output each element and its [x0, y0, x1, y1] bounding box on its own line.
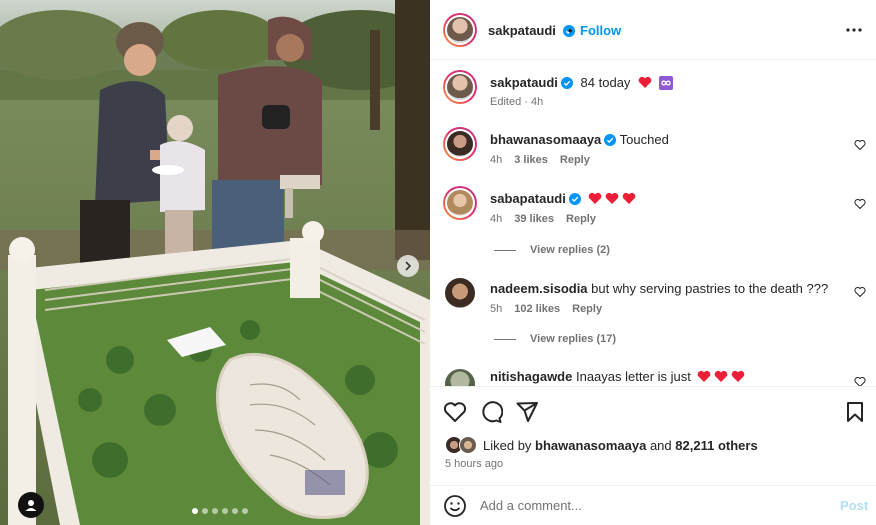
comment-avatar[interactable]: [445, 278, 475, 308]
red-heart-emoji-icon: [714, 370, 727, 382]
reply-button[interactable]: Reply: [566, 213, 596, 225]
carousel-dot: [212, 508, 218, 514]
comment-avatar[interactable]: [445, 369, 475, 386]
red-heart-emoji-icon: [697, 370, 710, 382]
comment-time: 5h: [490, 303, 503, 315]
comment-username[interactable]: bhawanasomaaya: [490, 132, 601, 147]
comment-time: 4h: [490, 154, 503, 166]
caption-edited: Edited · 4h: [490, 96, 544, 108]
comment-input[interactable]: Add a comment...: [480, 498, 582, 513]
carousel-dot: [202, 508, 208, 514]
comment-text: nadeem.sisodia but why serving pastries …: [490, 281, 828, 296]
comment-text: sabapataudi: [490, 191, 636, 206]
post-header: sakpataudi • Follow: [430, 0, 876, 60]
red-heart-emoji-icon: [638, 76, 652, 88]
comment-username[interactable]: nadeem.sisodia: [490, 281, 588, 296]
like-comment-heart-icon[interactable]: [854, 286, 866, 298]
liked-by-others[interactable]: 82,211 others: [675, 438, 757, 453]
comment-item: nitishagawde Inaayas letter is just: [430, 365, 876, 386]
author-avatar[interactable]: [443, 13, 477, 47]
verified-badge-icon: [560, 77, 573, 89]
comment-time: 4h: [490, 213, 503, 225]
chevron-right-icon: [405, 261, 412, 271]
tagged-users-button[interactable]: [18, 492, 44, 518]
author-username[interactable]: sakpataudi: [488, 23, 575, 38]
view-replies-button[interactable]: View replies (2): [494, 244, 610, 256]
comment-hearts: [588, 192, 636, 205]
like-button[interactable]: [442, 399, 468, 425]
post-timestamp[interactable]: 5 hours ago: [445, 458, 503, 470]
red-heart-emoji-icon: [731, 370, 744, 382]
like-comment-heart-icon[interactable]: [854, 376, 866, 386]
carousel-dot: [242, 508, 248, 514]
infinity-emoji-icon: [659, 76, 674, 90]
user-tag-icon: [25, 500, 37, 511]
caption-avatar[interactable]: [443, 70, 477, 104]
verified-badge-icon: [604, 134, 617, 146]
verified-badge-icon: [568, 193, 581, 205]
post-photo[interactable]: [0, 0, 430, 525]
liker-avatar: [459, 436, 477, 454]
grave-photo-image: [0, 0, 430, 525]
liked-by-user[interactable]: bhawanasomaaya: [535, 438, 646, 453]
likes-summary: Liked by bhawanasomaaya and 82,211 other…: [445, 436, 758, 454]
liked-by-prefix: Liked by: [483, 437, 532, 453]
reply-button[interactable]: Reply: [560, 154, 590, 166]
header-separator: •: [568, 23, 573, 38]
comment-likes[interactable]: 39 likes: [514, 213, 554, 225]
post-comment-button[interactable]: Post: [840, 498, 868, 513]
comment-username[interactable]: nitishagawde: [490, 369, 572, 384]
comment-button[interactable]: [478, 399, 504, 425]
comment-body: Inaayas letter is just: [575, 369, 691, 384]
red-heart-emoji-icon: [606, 192, 619, 204]
bookmark-icon: [847, 402, 863, 422]
red-heart-emoji-icon: [623, 192, 636, 204]
post-side-panel: sakpataudi • Follow sakpataudi 84 today …: [430, 0, 876, 525]
view-replies-label: View replies (2): [530, 244, 610, 256]
comment-body: but why serving pastries to the death ??…: [591, 281, 829, 296]
carousel-dot: [192, 508, 198, 514]
caption-text-row: sakpataudi 84 today: [490, 75, 674, 90]
send-icon: [516, 402, 538, 422]
comment-avatar[interactable]: [443, 127, 477, 161]
comment-text: nitishagawde Inaayas letter is just: [490, 369, 745, 384]
like-comment-heart-icon[interactable]: [854, 139, 866, 151]
carousel-dots: [192, 508, 248, 514]
red-heart-emoji-icon: [589, 192, 602, 204]
liker-avatars: [445, 436, 479, 454]
replies-divider: [494, 338, 516, 340]
caption-username[interactable]: sakpataudi: [490, 75, 558, 90]
share-button[interactable]: [514, 399, 540, 425]
comment-body: Touched: [619, 132, 669, 147]
carousel-dot: [222, 508, 228, 514]
comment-username[interactable]: sabapataudi: [490, 191, 566, 206]
comment-icon: [482, 401, 503, 423]
comment-likes[interactable]: 102 likes: [514, 303, 560, 315]
emoji-icon[interactable]: [443, 494, 467, 518]
comment-hearts: [697, 370, 745, 383]
replies-divider: [494, 249, 516, 251]
carousel-dot: [232, 508, 238, 514]
follow-button[interactable]: Follow: [580, 23, 621, 38]
comment-likes[interactable]: 3 likes: [514, 154, 548, 166]
next-slide-button[interactable]: [397, 255, 419, 277]
comment-composer: Add a comment... Post: [430, 485, 876, 525]
view-replies-label: View replies (17): [530, 333, 617, 345]
post-actions: Liked by bhawanasomaaya and 82,211 other…: [430, 386, 876, 524]
view-replies-button[interactable]: View replies (17): [494, 333, 616, 345]
more-options-button[interactable]: [843, 20, 865, 40]
heart-outline-icon: [443, 402, 467, 422]
liked-by-joiner: and: [649, 437, 672, 453]
more-horizontal-icon: [846, 28, 862, 32]
like-comment-heart-icon[interactable]: [854, 198, 866, 210]
save-button[interactable]: [842, 399, 868, 425]
reply-button[interactable]: Reply: [572, 303, 602, 315]
caption-body: 84 today: [580, 75, 631, 90]
comment-text: bhawanasomaaya Touched: [490, 132, 669, 147]
comment-avatar[interactable]: [443, 186, 477, 220]
